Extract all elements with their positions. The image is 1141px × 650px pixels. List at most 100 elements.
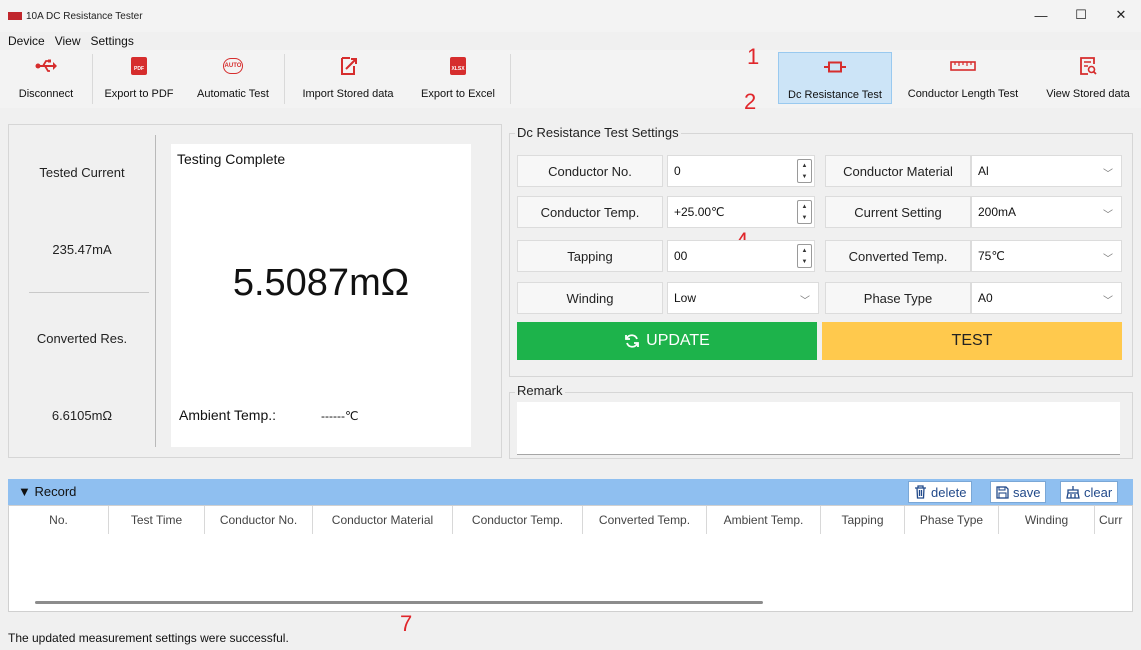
converted-temp-select[interactable]: 75℃ ﹀ xyxy=(971,240,1122,272)
chevron-down-icon: ﹀ xyxy=(1103,296,1113,307)
export-excel-button[interactable]: XLSX Export to Excel xyxy=(412,52,504,104)
column-header[interactable]: No. xyxy=(9,506,109,534)
column-header[interactable]: Tapping xyxy=(821,506,905,534)
delete-button[interactable]: delete xyxy=(908,481,973,503)
column-header[interactable]: Curr xyxy=(1095,506,1132,534)
update-button[interactable]: UPDATE xyxy=(517,322,817,360)
converted-temp-value: 75℃ xyxy=(978,249,1005,263)
toolbar-separator xyxy=(92,54,93,104)
column-header[interactable]: Test Time xyxy=(109,506,205,534)
automatic-test-button[interactable]: AUTO Automatic Test xyxy=(186,52,280,104)
remark-title: Remark xyxy=(515,383,565,398)
spin-arrows-icon[interactable]: ▲ ▼ xyxy=(797,200,812,224)
tested-current-value: 235.47mA xyxy=(52,242,112,257)
auto-icon: AUTO xyxy=(223,52,243,80)
dc-resistance-test-tab[interactable]: Dc Resistance Test xyxy=(778,52,892,104)
clear-button[interactable]: clear xyxy=(1060,481,1119,503)
resistance-value: 5.5087mΩ xyxy=(232,262,410,304)
settings-title: Dc Resistance Test Settings xyxy=(515,125,681,140)
save-label: save xyxy=(1013,484,1041,500)
annotation-7: 7 xyxy=(400,611,413,636)
tapping-label: Tapping xyxy=(517,240,663,272)
record-toggle[interactable]: ▼ Record xyxy=(18,484,76,499)
winding-value: Low xyxy=(674,291,697,305)
view-stored-data-tab[interactable]: View Stored data xyxy=(1036,52,1140,104)
import-icon xyxy=(339,52,357,80)
readings-column: Tested Current 235.47mA Converted Res. 6… xyxy=(9,125,155,457)
converted-res-label: Converted Res. xyxy=(36,331,128,346)
ambient-temp-value: ------℃ xyxy=(321,409,359,423)
toolbar-label: Automatic Test xyxy=(197,88,269,100)
conductor-length-test-tab[interactable]: Conductor Length Test xyxy=(896,52,1030,104)
column-header[interactable]: Conductor No. xyxy=(205,506,313,534)
toolbar-separator xyxy=(284,54,285,104)
phase-type-value: A0 xyxy=(978,291,993,305)
tested-current-label: Tested Current xyxy=(39,165,125,180)
disconnect-button[interactable]: Disconnect xyxy=(2,52,90,104)
current-setting-value: 200mA xyxy=(978,205,1017,219)
conductor-no-spinbox[interactable]: 0 ▲ ▼ xyxy=(667,155,815,187)
chevron-down-icon: ﹀ xyxy=(800,296,810,307)
winding-select[interactable]: Low ﹀ xyxy=(667,282,819,314)
tapping-value: 00 xyxy=(674,249,688,263)
delete-label: delete xyxy=(931,484,967,500)
refresh-icon xyxy=(625,334,640,348)
toolbar-label: Disconnect xyxy=(18,88,74,100)
maximize-button[interactable]: ☐ xyxy=(1061,0,1101,30)
horizontal-scrollbar[interactable] xyxy=(35,601,763,604)
close-button[interactable]: ✕ xyxy=(1101,0,1141,30)
conductor-temp-value: +25.00℃ xyxy=(674,205,725,219)
current-setting-select[interactable]: 200mA ﹀ xyxy=(971,196,1122,228)
import-stored-data-button[interactable]: Import Stored data xyxy=(288,52,408,104)
menu-settings[interactable]: Settings xyxy=(85,34,138,48)
menu-bar: Device View Settings xyxy=(0,32,139,50)
minimize-button[interactable]: — xyxy=(1021,0,1061,30)
test-label: TEST xyxy=(951,332,993,349)
menu-view[interactable]: View xyxy=(50,34,86,48)
trash-icon xyxy=(915,485,926,499)
title-bar: 10A DC Resistance Tester — ☐ ✕ xyxy=(0,0,1141,32)
app-logo-icon xyxy=(8,12,22,20)
save-button[interactable]: save xyxy=(990,481,1047,503)
conductor-temp-spinbox[interactable]: +25.00℃ ▲ ▼ xyxy=(667,196,815,228)
window-controls: — ☐ ✕ xyxy=(1021,0,1141,32)
floppy-icon xyxy=(996,485,1009,499)
usb-icon xyxy=(35,52,57,80)
divider xyxy=(155,135,156,447)
tapping-spinbox[interactable]: 00 ▲ ▼ xyxy=(667,240,815,272)
converted-temp-label: Converted Temp. xyxy=(825,240,971,272)
column-header[interactable]: Winding xyxy=(999,506,1095,534)
spin-arrows-icon[interactable]: ▲ ▼ xyxy=(797,244,812,268)
column-header[interactable]: Conductor Material xyxy=(313,506,453,534)
column-header[interactable]: Ambient Temp. xyxy=(707,506,821,534)
result-panel: Tested Current 235.47mA Converted Res. 6… xyxy=(8,124,502,458)
column-header[interactable]: Phase Type xyxy=(905,506,999,534)
phase-type-select[interactable]: A0 ﹀ xyxy=(971,282,1122,314)
test-button[interactable]: TEST xyxy=(822,322,1122,360)
conductor-temp-label: Conductor Temp. xyxy=(517,196,663,228)
record-table: No. Test Time Conductor No. Conductor Ma… xyxy=(8,505,1133,612)
spin-arrows-icon[interactable]: ▲ ▼ xyxy=(797,159,812,183)
converted-res-value: 6.6105mΩ xyxy=(51,408,113,423)
conductor-material-label: Conductor Material xyxy=(825,155,971,187)
annotation-1: 1 xyxy=(747,44,760,69)
toolbar-separator xyxy=(510,54,511,104)
conductor-material-select[interactable]: Al ﹀ xyxy=(971,155,1122,187)
column-header[interactable]: Converted Temp. xyxy=(583,506,707,534)
status-message: The updated measurement settings were su… xyxy=(8,631,289,645)
chevron-down-icon: ﹀ xyxy=(1103,254,1113,265)
winding-label: Winding xyxy=(517,282,663,314)
column-header[interactable]: Conductor Temp. xyxy=(453,506,583,534)
record-header: ▼ Record delete save clear xyxy=(8,479,1133,505)
broom-icon xyxy=(1066,486,1080,499)
toolbar-label: Export to Excel xyxy=(421,88,495,100)
remark-input[interactable] xyxy=(517,402,1120,455)
export-pdf-button[interactable]: PDF Export to PDF xyxy=(96,52,182,104)
menu-device[interactable]: Device xyxy=(0,34,50,48)
xlsx-icon: XLSX xyxy=(450,52,466,80)
clear-label: clear xyxy=(1084,484,1113,500)
toolbar-label: View Stored data xyxy=(1046,88,1130,100)
measurement-display: Testing Complete 5.5087mΩ Ambient Temp.:… xyxy=(171,144,471,447)
chevron-down-icon: ﹀ xyxy=(1103,210,1113,221)
chevron-down-icon: ﹀ xyxy=(1103,169,1113,180)
